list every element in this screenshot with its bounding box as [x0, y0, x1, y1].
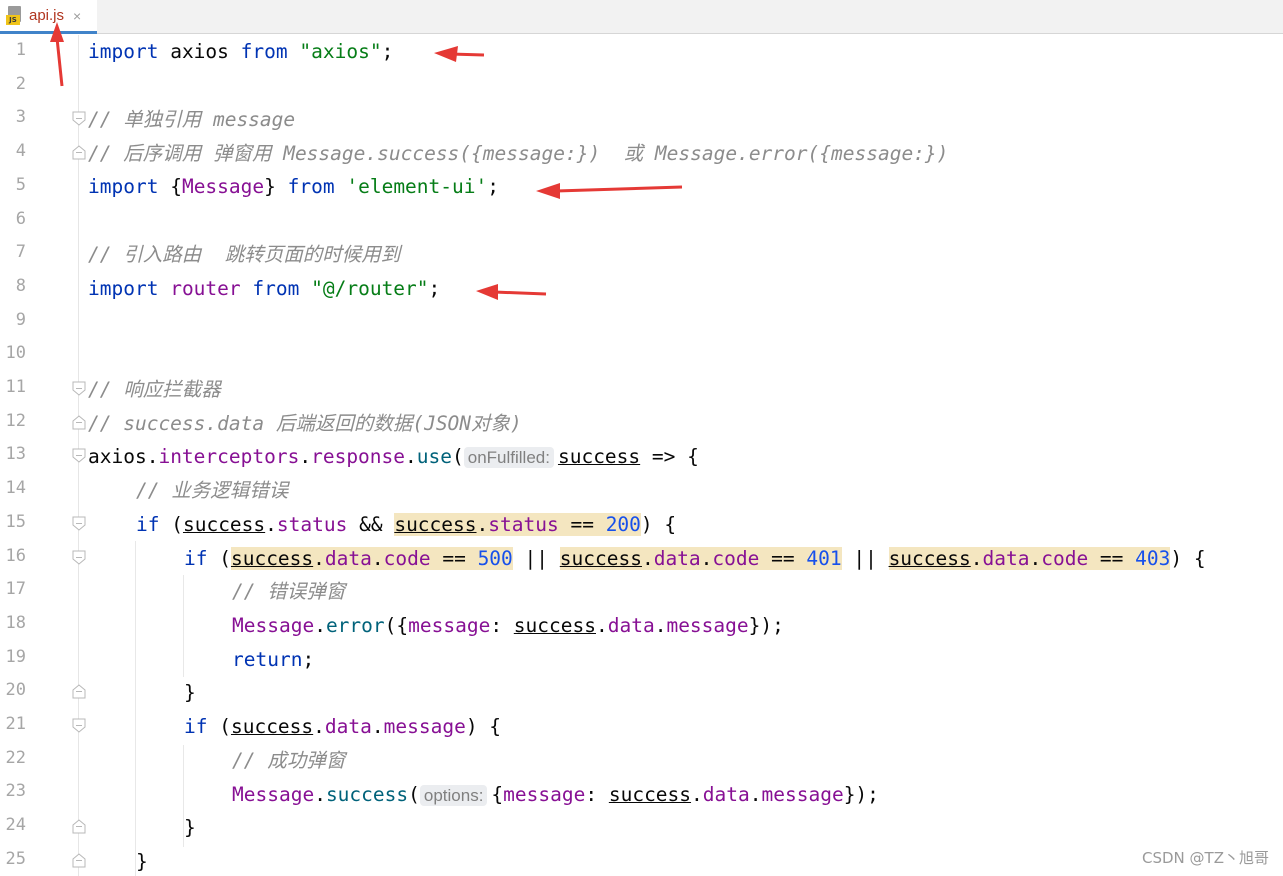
line-number: 9: [15, 309, 26, 330]
tab-api-js[interactable]: JS api.js ×: [0, 0, 97, 34]
fold-open-icon[interactable]: [72, 448, 86, 464]
code-line-13: axios.interceptors.response.use(onFulfil…: [88, 445, 699, 468]
js-file-icon: JS: [6, 5, 24, 26]
line-number: 12: [5, 410, 26, 431]
param-hint: onFulfilled:: [463, 447, 554, 468]
line-number: 14: [5, 478, 26, 499]
fold-open-icon[interactable]: [72, 381, 86, 396]
code-line-3: // 单独引用 message: [88, 108, 296, 131]
code-line-11: // 响应拦截器: [88, 378, 221, 401]
line-number: 22: [5, 747, 26, 768]
line-number: 25: [5, 848, 26, 869]
code-line-25: }: [136, 850, 148, 873]
code-line-5: import {Message} from 'element-ui';: [88, 175, 499, 198]
param-hint: options:: [419, 785, 488, 806]
line-number: 10: [5, 343, 26, 364]
line-number: 18: [5, 612, 26, 633]
code-editor[interactable]: import axios from "axios"; // 单独引用 messa…: [88, 35, 1283, 876]
code-line-14: // 业务逻辑错误: [136, 479, 289, 502]
fold-close-icon[interactable]: [72, 415, 86, 430]
code-line-12: // success.data 后端返回的数据(JSON对象): [88, 412, 522, 435]
line-number: 19: [5, 646, 26, 667]
line-number: 2: [15, 73, 26, 94]
line-number: 11: [5, 377, 26, 397]
fold-open-icon[interactable]: [72, 718, 86, 733]
line-number: 3: [15, 107, 26, 128]
code-line-20: }: [184, 681, 196, 704]
line-number: 17: [5, 579, 26, 600]
watermark: CSDN @TZ丶旭哥: [1142, 849, 1269, 867]
fold-close-icon[interactable]: [72, 853, 86, 868]
code-line-17: // 错误弹窗: [232, 580, 346, 603]
line-number: 23: [5, 781, 26, 802]
code-line-22: // 成功弹窗: [232, 749, 346, 772]
tab-label: api.js: [29, 7, 65, 24]
line-number: 8: [15, 275, 26, 296]
code-line-21: if (success.data.message) {: [184, 715, 502, 738]
code-line-18: Message.error({message: success.data.mes…: [232, 614, 784, 637]
editor-tab-bar: JS api.js ×: [0, 0, 1283, 34]
indent-guide: [183, 575, 184, 677]
code-line-24: }: [184, 816, 196, 839]
line-number: 15: [5, 511, 26, 532]
line-number: 5: [15, 174, 26, 195]
fold-open-icon[interactable]: [72, 111, 86, 127]
close-icon[interactable]: ×: [73, 8, 81, 24]
indent-guide: [135, 541, 136, 876]
code-line-15: if (success.status && success.status == …: [136, 513, 677, 536]
line-number: 1: [15, 40, 26, 60]
code-line-7: // 引入路由 跳转页面的时候用到: [88, 243, 401, 266]
fold-close-icon[interactable]: [72, 684, 86, 699]
line-number: 13: [5, 444, 26, 465]
code-line-1: import axios from "axios";: [88, 40, 394, 63]
line-number: 6: [15, 208, 26, 229]
fold-open-icon[interactable]: [72, 550, 86, 565]
line-number: 4: [15, 141, 26, 162]
line-number-gutter: 1 2 3 4 5 6 7 8 9 10 11 12 13 14 15 16 17 18 19 20 21 22 23 24 2…: [0, 35, 86, 876]
code-line-19: return;: [232, 648, 315, 671]
code-line-16: if (success.data.code == 500 || success.…: [184, 547, 1206, 570]
code-line-23: Message.success(options: {message: succes…: [232, 783, 879, 806]
fold-close-icon[interactable]: [72, 819, 86, 834]
line-number: 16: [5, 545, 26, 566]
code-line-8: import router from "@/router";: [88, 277, 441, 300]
fold-close-icon[interactable]: [72, 145, 86, 160]
fold-open-icon[interactable]: [72, 516, 86, 531]
line-number: 24: [5, 815, 26, 836]
code-line-4: // 后序调用 弹窗用 Message.success({message:}) …: [88, 142, 949, 165]
line-number: 21: [5, 714, 26, 734]
line-number: 7: [15, 242, 26, 263]
line-number: 20: [5, 680, 26, 701]
